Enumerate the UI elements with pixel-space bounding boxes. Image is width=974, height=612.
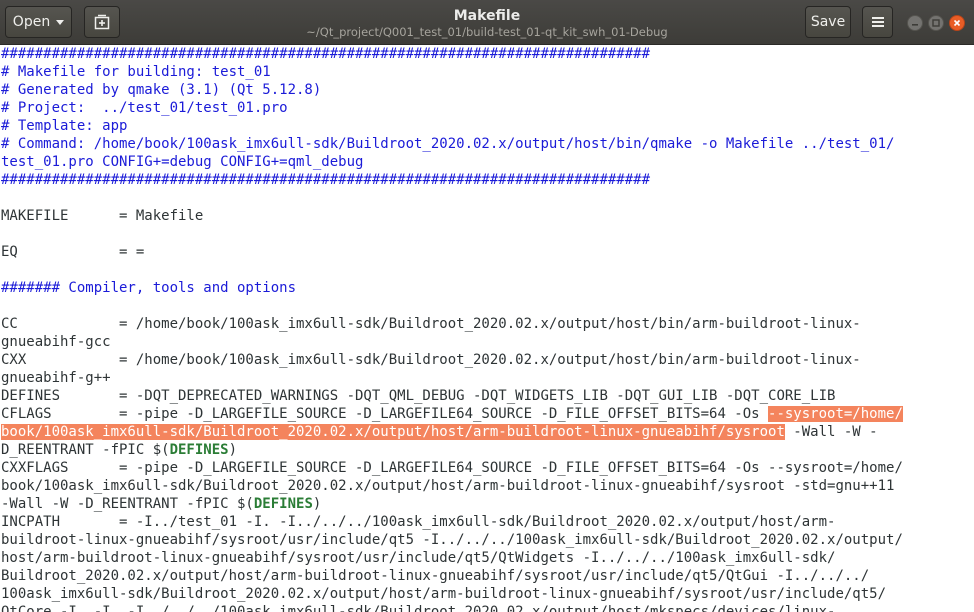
code-line: # Project: ../test_01/test_01.pro — [1, 99, 288, 117]
code-text: -Wall -W - — [784, 424, 878, 440]
code-line: -Wall -W -D_REENTRANT -fPIC $(DEFINES) — [1, 495, 321, 513]
code-text: ) — [228, 442, 238, 458]
code-text: CFLAGS = -pipe -D_LARGEFILE_SOURCE -D_LA… — [1, 406, 769, 422]
code-line: test_01.pro CONFIG+=debug CONFIG+=qml_de… — [1, 153, 363, 171]
code-text: ) — [312, 496, 322, 512]
code-text: CC = /home/book/100ask_imx6ull-sdk/Build… — [1, 316, 861, 332]
code-text: CXX = /home/book/100ask_imx6ull-sdk/Buil… — [1, 352, 861, 368]
code-text: buildroot-linux-gnueabihf/sysroot/usr/in… — [1, 532, 903, 548]
save-button[interactable]: Save — [805, 6, 851, 38]
code-text: DEFINES = -DQT_DEPRECATED_WARNINGS -DQT_… — [1, 388, 836, 404]
code-line: gnueabihf-gcc — [1, 333, 111, 351]
code-line: ########################################… — [1, 171, 650, 189]
code-line: CFLAGS = -pipe -D_LARGEFILE_SOURCE -D_LA… — [1, 405, 903, 423]
code-line: book/100ask_imx6ull-sdk/Buildroot_2020.0… — [1, 477, 894, 495]
new-document-icon — [94, 14, 110, 30]
open-label: Open — [12, 14, 51, 30]
code-text: INCPATH = -I../test_01 -I. -I../../../10… — [1, 514, 836, 530]
code-line: ####### Compiler, tools and options — [1, 279, 296, 297]
text-editor[interactable]: ########################################… — [0, 45, 974, 612]
code-line: # Makefile for building: test_01 — [1, 63, 271, 81]
code-line: CC = /home/book/100ask_imx6ull-sdk/Build… — [1, 315, 861, 333]
chevron-down-icon — [56, 19, 65, 25]
comment-text: # Template: app — [1, 118, 128, 134]
code-line: CXXFLAGS = -pipe -D_LARGEFILE_SOURCE -D_… — [1, 459, 903, 477]
code-line: # Command: /home/book/100ask_imx6ull-sdk… — [1, 135, 894, 153]
window-title: Makefile — [453, 8, 521, 24]
code-line: 100ask_imx6ull-sdk/Buildroot_2020.02.x/o… — [1, 585, 886, 603]
variable-token: DEFINES — [169, 442, 229, 458]
code-line: MAKEFILE = Makefile — [1, 207, 203, 225]
maximize-icon — [932, 19, 940, 27]
header-bar: Open Makefile ~/Qt_project/Q001_test_01/… — [0, 0, 974, 45]
code-text: QtCore -I. -I. -I../../../100ask_imx6ull… — [1, 604, 836, 612]
comment-text: # Project: ../test_01/test_01.pro — [1, 100, 288, 116]
code-text: CXXFLAGS = -pipe -D_LARGEFILE_SOURCE -D_… — [1, 460, 903, 476]
window-title-area: Makefile ~/Qt_project/Q001_test_01/build… — [250, 7, 724, 39]
code-line: CXX = /home/book/100ask_imx6ull-sdk/Buil… — [1, 351, 861, 369]
menu-button[interactable] — [862, 6, 893, 38]
code-line: D_REENTRANT -fPIC $(DEFINES) — [1, 441, 237, 459]
code-text: gnueabihf-g++ — [1, 370, 111, 386]
code-text: host/arm-buildroot-linux-gnueabihf/sysro… — [1, 550, 836, 566]
code-line: EQ = = — [1, 243, 144, 261]
hamburger-menu-icon — [871, 17, 884, 27]
code-line: buildroot-linux-gnueabihf/sysroot/usr/in… — [1, 531, 903, 549]
comment-text: # Generated by qmake (3.1) (Qt 5.12.8) — [1, 82, 322, 98]
close-button[interactable] — [949, 15, 965, 31]
code-line: gnueabihf-g++ — [1, 369, 111, 387]
comment-text: test_01.pro CONFIG+=debug CONFIG+=qml_de… — [1, 154, 364, 170]
code-text: book/100ask_imx6ull-sdk/Buildroot_2020.0… — [1, 478, 895, 494]
comment-text: ####### Compiler, tools and options — [1, 280, 297, 296]
code-text: 100ask_imx6ull-sdk/Buildroot_2020.02.x/o… — [1, 586, 887, 602]
code-line: QtCore -I. -I. -I../../../100ask_imx6ull… — [1, 603, 835, 612]
code-line: INCPATH = -I../test_01 -I. -I../../../10… — [1, 513, 835, 531]
code-text: EQ = = — [1, 244, 145, 260]
comment-text: ########################################… — [1, 172, 651, 188]
code-line: host/arm-buildroot-linux-gnueabihf/sysro… — [1, 549, 835, 567]
comment-text: # Command: /home/book/100ask_imx6ull-sdk… — [1, 136, 895, 152]
variable-token: DEFINES — [253, 496, 313, 512]
code-text: gnueabihf-gcc — [1, 334, 111, 350]
selected-text: --sysroot=/home/ — [768, 406, 903, 422]
window-subtitle: ~/Qt_project/Q001_test_01/build-test_01-… — [306, 25, 668, 39]
close-icon — [953, 19, 961, 27]
maximize-button[interactable] — [928, 15, 944, 31]
code-text: -Wall -W -D_REENTRANT -fPIC $( — [1, 496, 254, 512]
code-text: MAKEFILE = Makefile — [1, 208, 204, 224]
minimize-button[interactable] — [907, 15, 923, 31]
code-line: Buildroot_2020.02.x/output/host/arm-buil… — [1, 567, 869, 585]
code-line: # Generated by qmake (3.1) (Qt 5.12.8) — [1, 81, 321, 99]
code-line: ########################################… — [1, 45, 650, 63]
code-line: book/100ask_imx6ull-sdk/Buildroot_2020.0… — [1, 423, 878, 441]
new-tab-button[interactable] — [84, 6, 120, 38]
code-line: # Template: app — [1, 117, 127, 135]
code-text: Buildroot_2020.02.x/output/host/arm-buil… — [1, 568, 870, 584]
code-text: D_REENTRANT -fPIC $( — [1, 442, 170, 458]
code-line: DEFINES = -DQT_DEPRECATED_WARNINGS -DQT_… — [1, 387, 835, 405]
selected-text: book/100ask_imx6ull-sdk/Buildroot_2020.0… — [1, 424, 785, 440]
open-button[interactable]: Open — [5, 6, 72, 38]
comment-text: ########################################… — [1, 46, 651, 62]
comment-text: # Makefile for building: test_01 — [1, 64, 271, 80]
minimize-icon — [912, 24, 918, 26]
